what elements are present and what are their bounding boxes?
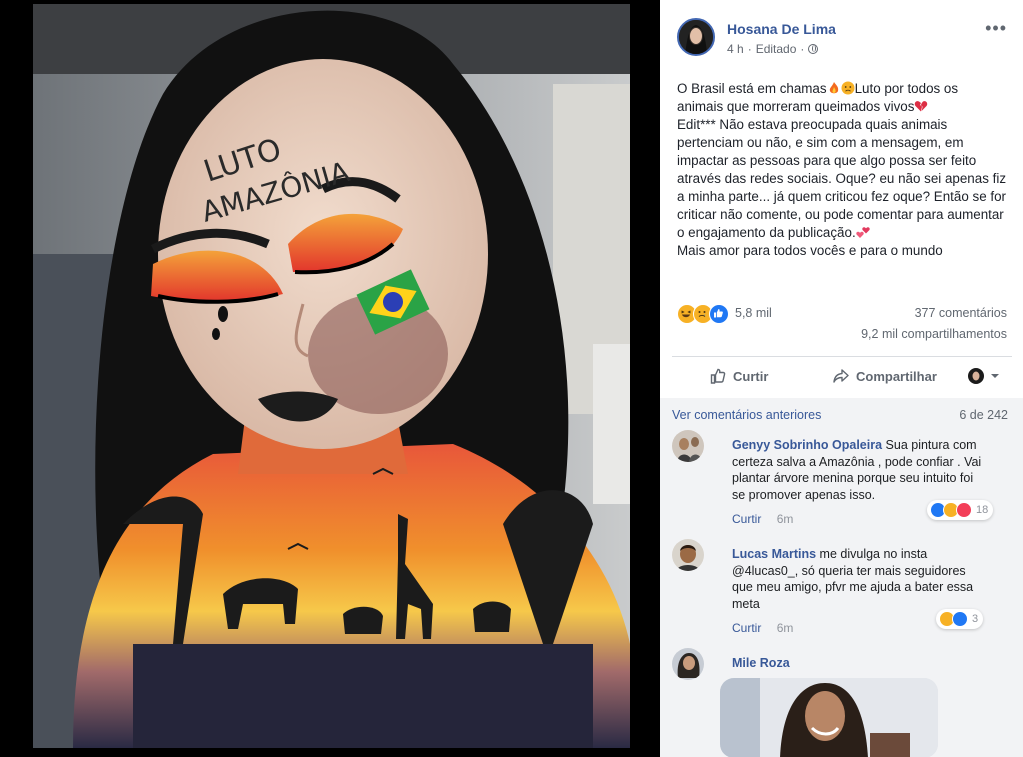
post-time[interactable]: 4 h <box>727 42 744 56</box>
post-text-edit: Edit*** Não estava preocupada quais anim… <box>677 116 1007 242</box>
photo-illustration: LUTO AMAZÔNIA <box>33 4 630 748</box>
author-name[interactable]: Hosana De Lima <box>727 21 836 37</box>
comment-footer: Curtir 6m <box>732 621 793 635</box>
post-text: O Brasil está em chamas Luto por todos os… <box>677 80 1007 260</box>
sad-face-icon <box>841 81 855 95</box>
comment-like-link[interactable]: Curtir <box>732 621 761 635</box>
post-header: Hosana De Lima 4 h · Editado · ••• <box>677 18 1007 58</box>
love-reaction-icon <box>956 502 972 518</box>
commenter-avatar-image <box>672 539 704 571</box>
comment-reaction-count: 18 <box>976 504 989 516</box>
comment-bubble: Genyy Sobrinho Opaleira Sua pintura com … <box>720 430 996 504</box>
commenter-name[interactable]: Genyy Sobrinho Opaleira <box>732 438 882 452</box>
comment-image[interactable] <box>720 678 938 757</box>
two-hearts-icon <box>855 227 870 238</box>
post-meta: 4 h · Editado · <box>727 42 819 56</box>
comment-item: Mile Roza <box>672 648 1012 757</box>
broken-heart-icon <box>915 101 928 112</box>
share-icon <box>833 369 849 383</box>
post-photo[interactable]: LUTO AMAZÔNIA <box>33 4 630 748</box>
post-text-segment: O Brasil está em chamas <box>677 81 827 96</box>
comments-section: Ver comentários anteriores 6 de 242 Geny… <box>660 398 1023 757</box>
post-text-segment: Edit*** Não estava preocupada quais anim… <box>677 117 1010 240</box>
comment-item: Lucas Martins me divulga no insta @4luca… <box>672 539 1012 639</box>
post-panel: Hosana De Lima 4 h · Editado · ••• O Bra… <box>660 0 1023 757</box>
shares-count[interactable]: 9,2 mil compartilhamentos <box>861 327 1007 341</box>
comment-footer: Curtir 6m <box>732 512 793 526</box>
like-label: Curtir <box>733 368 769 384</box>
post-text-closing: Mais amor para todos vocês e para o mund… <box>677 243 943 258</box>
commenter-avatar-image <box>672 430 704 462</box>
share-label: Compartilhar <box>856 368 937 384</box>
like-reaction-icon <box>952 611 968 627</box>
comments-count[interactable]: 377 comentários <box>915 306 1007 320</box>
view-previous-comments-link[interactable]: Ver comentários anteriores <box>672 408 821 422</box>
post-text-line-1: O Brasil está em chamas Luto por todos os <box>677 80 1007 98</box>
globe-icon <box>808 44 819 54</box>
sad-face <box>698 311 706 317</box>
ellipsis-icon[interactable]: ••• <box>985 18 1007 39</box>
comment-item: Genyy Sobrinho Opaleira Sua pintura com … <box>672 430 1012 530</box>
author-avatar-image <box>679 20 713 54</box>
post-text-line-2: animais que morreram queimados vivos <box>677 98 1007 116</box>
comment-like-link[interactable]: Curtir <box>732 512 761 526</box>
comment-reactions[interactable]: 3 <box>936 609 984 629</box>
reaction-icons[interactable] <box>677 304 729 324</box>
reaction-count[interactable]: 5,8 mil <box>735 306 772 320</box>
divider <box>672 356 1012 357</box>
haha-face <box>681 310 691 318</box>
comment-bubble: Lucas Martins me divulga no insta @4luca… <box>720 539 986 613</box>
profile-avatar-small-icon <box>968 368 984 384</box>
thumbs-up-glyph <box>714 309 723 318</box>
comment-reaction-count: 3 <box>972 613 979 625</box>
thumbs-up-icon <box>710 368 726 384</box>
commenter-avatar[interactable] <box>672 648 704 680</box>
comment-time[interactable]: 6m <box>777 621 794 635</box>
comment-time[interactable]: 6m <box>777 512 794 526</box>
comments-pager: 6 de 242 <box>959 408 1008 422</box>
post-stats: 5,8 mil 377 comentários 9,2 mil comparti… <box>677 300 1007 346</box>
post-text-segment: animais que morreram queimados vivos <box>677 99 915 114</box>
commenter-avatar[interactable] <box>672 539 704 571</box>
comment-reactions[interactable]: 18 <box>927 500 994 520</box>
edited-label[interactable]: Editado <box>756 42 797 56</box>
fire-icon <box>829 82 838 94</box>
share-button[interactable]: Compartilhar <box>832 360 937 392</box>
meta-separator: · <box>747 42 752 56</box>
commenter-avatar[interactable] <box>672 430 704 462</box>
commenter-name[interactable]: Mile Roza <box>732 656 790 670</box>
post-text-segment: Luto por todos os <box>854 81 959 96</box>
chevron-down-icon <box>991 374 999 378</box>
author-avatar[interactable] <box>677 18 715 56</box>
photo-viewer: LUTO AMAZÔNIA <box>0 0 660 757</box>
meta-separator-2: · <box>800 42 805 56</box>
reaction-selector-button[interactable] <box>968 360 1000 392</box>
action-bar: Curtir Compartilhar <box>672 360 1012 392</box>
like-reaction-icon <box>709 304 729 324</box>
commenter-avatar-image <box>672 648 704 680</box>
like-button[interactable]: Curtir <box>709 360 768 392</box>
comment-image-photo <box>720 678 938 757</box>
commenter-name[interactable]: Lucas Martins <box>732 547 816 561</box>
